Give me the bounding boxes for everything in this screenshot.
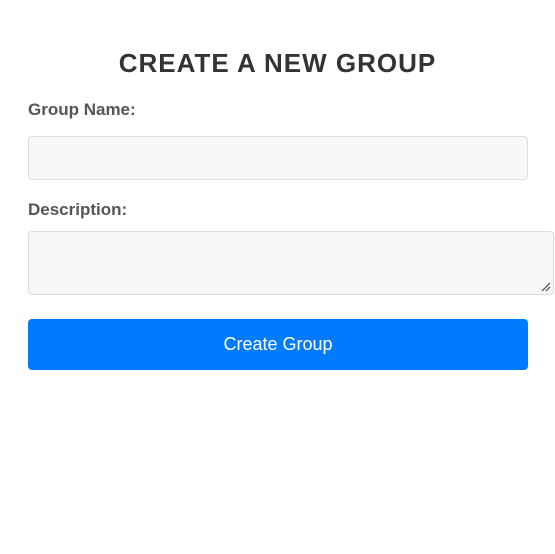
create-group-button[interactable]: Create Group	[28, 319, 528, 370]
create-group-form: CREATE A NEW GROUP Group Name: Descripti…	[0, 0, 555, 554]
description-textarea[interactable]	[28, 231, 554, 295]
resize-grip-icon[interactable]	[540, 281, 551, 292]
description-label: Description:	[28, 200, 128, 219]
group-name-label: Group Name:	[28, 100, 136, 119]
group-name-input[interactable]	[28, 136, 528, 180]
page-title: CREATE A NEW GROUP	[118, 48, 437, 78]
